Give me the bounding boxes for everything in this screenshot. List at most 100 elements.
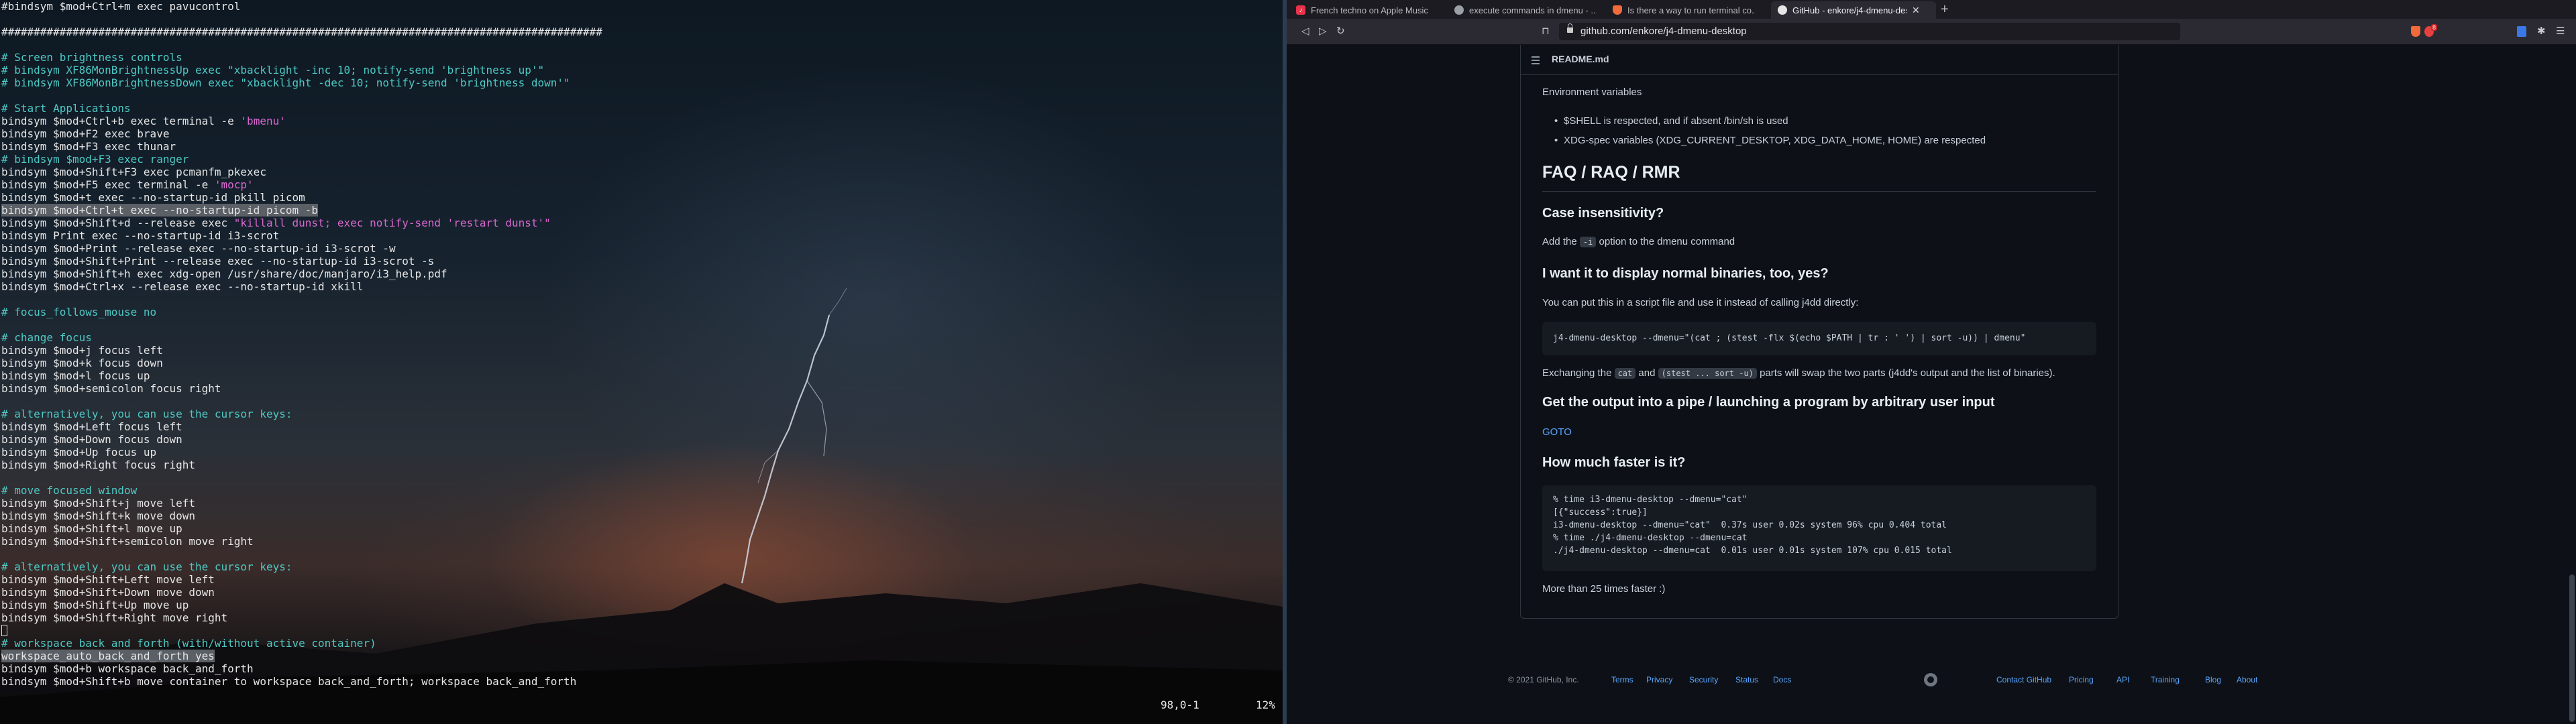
terminal-line: bindsym $mod+Shift+Print --release exec … [1,255,602,267]
footer-link-security[interactable]: Security [1689,675,1718,684]
terminal-line-text: bindsym $mod+Shift+semicolon move right [1,535,254,548]
apple-music-icon: ♪ [1296,5,1305,15]
terminal-line: bindsym $mod+Shift+k move down [1,509,602,522]
terminal-line: # workspace back and forth (with/without… [1,637,602,650]
code-line: [{"success":true}] [1553,507,1648,518]
footer-link-api[interactable]: API [2116,675,2129,684]
text: parts will swap the two parts (j4dd's ou… [1756,367,2055,379]
terminal-line: # bindsym XF86MonBrightnessUp exec "xbac… [1,64,602,76]
footer-link-status[interactable]: Status [1735,675,1758,684]
tab-run-terminal[interactable]: Is there a way to run terminal co... [1613,1,1767,19]
terminal-line-text: bindsym $mod+b workspace back_and_forth [1,662,254,675]
terminal-line-text: bindsym $mod+Shift+l move up [1,522,182,535]
terminal-line-text: bindsym $mod+Left focus left [1,420,182,433]
footer-link-contact[interactable]: Contact GitHub [1996,675,2051,684]
terminal-line: # Screen brightness controls [1,51,602,64]
terminal-string: 'mocp' [214,178,254,191]
terminal-line: # bindsym $mod+F3 exec ranger [1,153,602,166]
navigation-bar: ◁ ▷ ↻ ⊓ github.com/enkore/j4-dmenu-deskt… [1287,19,2576,45]
extension-icon[interactable] [2517,26,2526,37]
browser-window[interactable]: ♪ French techno on Apple Music execute c… [1287,0,2576,724]
terminal-line-text: # workspace back and forth (with/without… [1,637,376,650]
menu-icon[interactable]: ☰ [2556,25,2565,37]
footer-link-docs[interactable]: Docs [1773,675,1791,684]
terminal-line: bindsym $mod+Shift+b move container to w… [1,675,602,688]
tab-label: execute commands in dmenu - ... [1469,5,1597,15]
goto-link[interactable]: GOTO [1542,426,1572,438]
tab-label: French techno on Apple Music [1311,5,1428,15]
terminal-line: bindsym $mod+Ctrl+t exec --no-startup-id… [1,204,602,217]
forward-icon[interactable]: ▷ [1319,25,1327,37]
extensions-puzzle-icon[interactable]: ✱ [2537,25,2546,37]
back-icon[interactable]: ◁ [1301,25,1309,37]
terminal-line: bindsym $mod+k focus down [1,357,602,369]
tab-label: GitHub - enkore/j4-dmenu-desk... [1792,5,1907,15]
vim-status-line: 98,0-1 12% [0,699,1283,711]
footer-link-about[interactable]: About [2237,675,2257,684]
terminal-line-text: # focus_follows_mouse no [1,306,157,318]
terminal-line-text: bindsym $mod+Shift+h exec xdg-open /usr/… [1,267,447,280]
terminal-line-text: bindsym $mod+Shift+Left move left [1,573,215,586]
terminal-line-text: bindsym $mod+Up focus up [1,446,157,459]
case-paragraph: Add the -i option to the dmenu command [1542,236,1735,247]
terminal-line-text: bindsym $mod+j focus left [1,344,163,357]
scrollbar[interactable] [2569,575,2575,722]
github-icon [1778,5,1787,15]
terminal-line: bindsym $mod+Up focus up [1,446,602,459]
terminal-line: bindsym $mod+Shift+Left move left [1,573,602,586]
close-tab-icon[interactable]: ✕ [1912,5,1920,16]
readme-header: README.md [1521,45,2118,75]
terminal-line-text: # alternatively, you can use the cursor … [1,560,292,573]
bookmark-icon[interactable]: ⊓ [1542,25,1550,37]
footer-link-training[interactable]: Training [2151,675,2180,684]
footer-link-pricing[interactable]: Pricing [2069,675,2094,684]
terminal-line-text: ########################################… [1,25,602,38]
terminal-window[interactable]: #bindsym $mod+Ctrl+m exec pavucontrol ###… [0,0,1283,724]
lock-icon[interactable] [1567,23,1573,33]
terminal-line-text: bindsym $mod+semicolon focus right [1,382,221,395]
terminal-line: bindsym $mod+l focus up [1,369,602,382]
terminal-line: bindsym Print exec --no-startup-id i3-sc… [1,229,602,242]
text: Exchanging the [1542,367,1615,379]
tab-bar: ♪ French techno on Apple Music execute c… [1287,0,2576,19]
terminal-line: bindsym $mod+Right focus right [1,459,602,471]
terminal-line: bindsym $mod+Shift+l move up [1,522,602,535]
tab-github-j4[interactable]: GitHub - enkore/j4-dmenu-desk... ✕ [1771,1,1936,19]
terminal-line-text: bindsym $mod+Shift+b move container to w… [1,675,577,688]
footer-link-privacy[interactable]: Privacy [1646,675,1672,684]
terminal-line-text: # Screen brightness controls [1,51,182,64]
env-item: XDG-spec variables (XDG_CURRENT_DESKTOP,… [1554,135,1986,146]
terminal-line: bindsym $mod+b workspace back_and_forth [1,662,602,675]
footer-link-terms[interactable]: Terms [1611,675,1633,684]
terminal-line-text: # bindsym $mod+F3 exec ranger [1,153,189,166]
terminal-line-text: bindsym $mod+Shift+k move down [1,509,195,522]
cursor-position: 98,0-1 [1161,699,1199,711]
terminal-line: bindsym $mod+Shift+j move left [1,497,602,509]
terminal-line: workspace_auto_back_and_forth yes [1,650,602,662]
code-line: % time ./j4-dmenu-desktop --dmenu=cat [1553,533,1748,543]
terminal-line-text: bindsym $mod+Print --release exec --no-s… [1,242,396,255]
terminal-line-text: bindsym $mod+t exec --no-startup-id pkil… [1,191,305,204]
terminal-text-buffer[interactable]: #bindsym $mod+Ctrl+m exec pavucontrol ###… [1,0,602,688]
new-tab-icon[interactable]: + [1941,2,1949,17]
code-block[interactable]: j4-dmenu-desktop --dmenu="(cat ; (stest … [1542,322,2096,355]
page-viewport[interactable]: README.md Environment variables $SHELL i… [1287,45,2576,724]
terminal-line: bindsym $mod+semicolon focus right [1,382,602,395]
terminal-line-text: bindsym $mod+Ctrl+t exec --no-startup-id… [1,204,319,217]
table-of-contents-icon[interactable] [1532,56,1540,66]
terminal-line: #bindsym $mod+Ctrl+m exec pavucontrol [1,0,602,13]
url-text[interactable]: github.com/enkore/j4-dmenu-desktop [1580,23,1747,40]
url-bar[interactable]: github.com/enkore/j4-dmenu-desktop [1559,23,2180,40]
brave-shields-icon[interactable] [2411,26,2420,37]
reload-icon[interactable]: ↻ [1336,25,1345,37]
footer-link-blog[interactable]: Blog [2205,675,2221,684]
code-block[interactable]: % time i3-dmenu-desktop --dmenu="cat" [{… [1542,485,2096,571]
brave-icon [1613,5,1622,15]
github-logo-icon[interactable] [1924,673,1937,686]
terminal-line [1,624,602,637]
tab-execute-commands[interactable]: execute commands in dmenu - ... [1454,1,1609,19]
tab-apple-music[interactable]: ♪ French techno on Apple Music [1296,1,1450,19]
terminal-line: bindsym $mod+Shift+Up move up [1,599,602,611]
